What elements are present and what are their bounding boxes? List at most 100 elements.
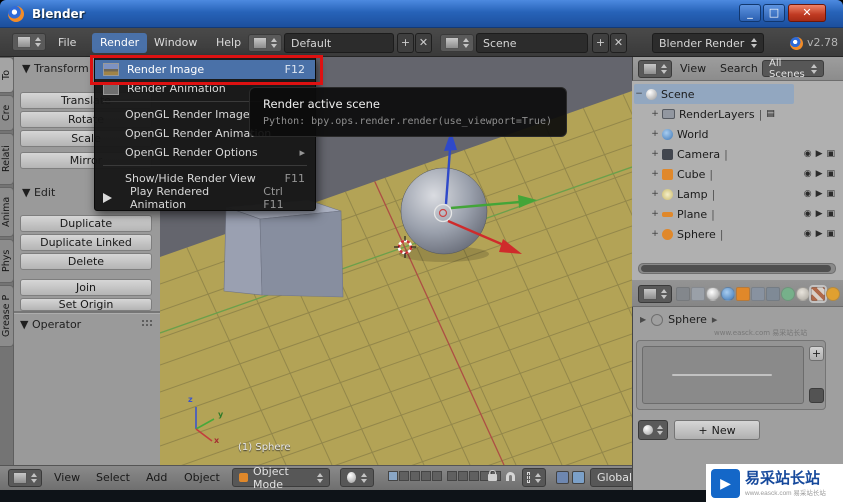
selectability-pointer-icon[interactable]: ▶ [816,169,823,179]
object-data-tab-icon[interactable] [781,287,795,301]
world-tab-icon[interactable] [721,287,735,301]
panel-divider[interactable] [14,311,160,314]
minimize-button[interactable]: _ [739,4,761,22]
outliner-row-scene[interactable]: − Scene [634,84,794,104]
scrollbar-thumb[interactable] [641,265,831,272]
visibility-eye-icon[interactable]: ◉ [804,209,812,219]
expander-icon[interactable]: + [650,229,660,239]
layout-browse-button[interactable] [248,34,282,52]
close-button[interactable]: ✕ [788,4,826,22]
texture-tab-icon[interactable] [811,287,825,301]
expander-icon[interactable]: + [650,109,660,119]
mode-dropdown[interactable]: Object Mode [232,465,330,491]
outliner-scrollbar[interactable] [638,263,836,274]
viewport-editor-type-button[interactable] [8,469,42,487]
visibility-eye-icon[interactable]: ◉ [804,229,812,239]
selectability-pointer-icon[interactable]: ▶ [816,209,823,219]
expander-icon[interactable]: + [650,129,660,139]
join-button[interactable]: Join [20,279,152,296]
layout-name-field[interactable]: Default [284,33,394,53]
expander-icon[interactable]: + [650,209,660,219]
viewport-menu-select[interactable]: Select [90,465,136,490]
add-slot-button[interactable]: + [809,346,824,361]
menu-item-opengl-render-options[interactable]: OpenGL Render Options ▸ [95,143,315,162]
render-camera-icon[interactable]: ▣ [826,189,835,199]
menu-file[interactable]: File [50,33,84,53]
scene-tab-icon[interactable] [706,287,720,301]
selectability-pointer-icon[interactable]: ▶ [816,189,823,199]
menu-help[interactable]: Help [208,33,249,53]
set-origin-button[interactable]: Set Origin [20,298,152,311]
physics-tab-icon[interactable] [826,287,840,301]
modifiers-tab-icon[interactable] [766,287,780,301]
add-layout-button[interactable]: + [397,33,414,53]
scene-browse-button[interactable] [440,34,474,52]
outliner-row-renderlayers[interactable]: + RenderLayers | ▤ [650,104,840,124]
add-scene-button[interactable]: + [592,33,609,53]
visibility-eye-icon[interactable]: ◉ [804,189,812,199]
tab-create[interactable]: Cre [0,95,14,131]
maximize-button[interactable]: □ [763,4,785,22]
selectability-pointer-icon[interactable]: ▶ [816,229,823,239]
render-camera-icon[interactable]: ▣ [826,209,835,219]
texture-browse-button[interactable] [638,420,668,440]
renderlayer-toggle-icon[interactable]: ▤ [766,109,775,119]
tab-grease-pencil[interactable]: Grease P [0,285,14,347]
properties-editor-type-button[interactable] [638,285,672,303]
expander-icon[interactable]: + [650,169,660,179]
expander-icon[interactable]: + [650,189,660,199]
viewport-menu-view[interactable]: View [48,465,86,490]
object-tab-icon[interactable] [736,287,750,301]
editor-type-button[interactable] [12,33,46,51]
outliner-menu-search[interactable]: Search [714,57,764,81]
material-tab-icon[interactable] [796,287,810,301]
scene-name-field[interactable]: Scene [476,33,588,53]
outliner-row-world[interactable]: + World [650,124,840,144]
menu-render[interactable]: Render [92,33,148,53]
menu-window[interactable]: Window [146,33,205,53]
selectability-pointer-icon[interactable]: ▶ [816,149,823,159]
expander-icon[interactable]: − [634,89,644,99]
transform-panel-header[interactable]: ▼ Transform [22,62,89,75]
shading-dropdown[interactable] [340,468,374,487]
duplicate-linked-button[interactable]: Duplicate Linked [20,234,152,251]
outliner-row-plane[interactable]: + Plane | ◉ ▶ ▣ [650,204,840,224]
edit-panel-header[interactable]: ▼ Edit [22,186,55,199]
expander-icon[interactable]: + [650,149,660,159]
tab-relations[interactable]: Relati [0,133,14,185]
snap-magnet-icon[interactable] [506,472,515,481]
viewport-menu-add[interactable]: Add [140,465,173,490]
outliner-menu-view[interactable]: View [674,57,712,81]
manipulator-translate-icon[interactable] [556,471,569,484]
new-texture-button[interactable]: + New [674,420,760,440]
delete-layout-button[interactable]: ✕ [415,33,432,53]
panel-grip-icon[interactable] [142,320,144,322]
title-bar[interactable]: Blender _ □ ✕ [0,0,843,28]
render-camera-icon[interactable]: ▣ [826,169,835,179]
layers-widget[interactable] [388,471,501,481]
constraints-tab-icon[interactable] [751,287,765,301]
operator-panel-header[interactable]: ▼ Operator [20,318,81,331]
visibility-eye-icon[interactable]: ◉ [804,149,812,159]
render-camera-icon[interactable]: ▣ [826,229,835,239]
outliner-row-camera[interactable]: + Camera | ◉ ▶ ▣ [650,144,840,164]
duplicate-button[interactable]: Duplicate [20,215,152,232]
visibility-eye-icon[interactable]: ◉ [804,169,812,179]
outliner-editor-type-button[interactable] [638,60,672,78]
outliner-display-dropdown[interactable]: All Scenes [762,58,824,80]
outliner-row-lamp[interactable]: + Lamp | ◉ ▶ ▣ [650,184,840,204]
render-camera-icon[interactable]: ▣ [826,149,835,159]
viewport-menu-object[interactable]: Object [178,465,226,490]
tab-animation[interactable]: Anima [0,187,14,237]
outliner-row-cube[interactable]: + Cube | ◉ ▶ ▣ [650,164,840,184]
tab-tools[interactable]: To [0,57,14,93]
render-tab-icon[interactable] [676,287,690,301]
manipulator-rotate-icon[interactable] [572,471,585,484]
menu-item-render-image[interactable]: Render Image F12 [95,60,315,79]
slot-menu-button[interactable] [809,388,824,403]
delete-scene-button[interactable]: ✕ [610,33,627,53]
tab-physics[interactable]: Phys [0,239,14,283]
lock-icon[interactable] [488,470,497,481]
render-layers-tab-icon[interactable] [691,287,705,301]
menu-item-play-rendered-animation[interactable]: Play Rendered Animation Ctrl F11 [95,185,315,211]
